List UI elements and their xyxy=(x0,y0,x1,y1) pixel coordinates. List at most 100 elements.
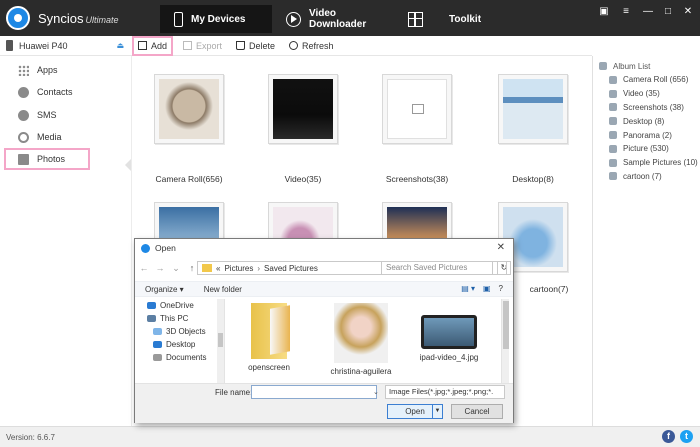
minimize-button[interactable]: — xyxy=(640,4,656,20)
new-folder-button[interactable]: New folder xyxy=(204,285,242,294)
album-list-title: Album List xyxy=(593,59,700,73)
computer-icon xyxy=(147,315,156,322)
refresh-button[interactable]: Refresh xyxy=(285,36,338,56)
album-list-item[interactable]: Camera Roll (656) xyxy=(593,73,700,87)
chevron-down-icon[interactable]: ⌄ xyxy=(373,388,379,396)
tab-video-downloader[interactable]: Video Downloader xyxy=(286,5,396,33)
tree-item-documents[interactable]: Documents xyxy=(135,351,224,364)
album-list-item[interactable]: Screenshots (38) xyxy=(593,101,700,115)
video-icon xyxy=(609,89,617,98)
album-list-item[interactable]: Panorama (2) xyxy=(593,128,700,142)
sidebar-item-photos[interactable]: Photos xyxy=(4,148,90,170)
file-list-scrollbar[interactable] xyxy=(501,299,509,383)
tree-item-onedrive[interactable]: OneDrive xyxy=(135,299,224,312)
documents-icon xyxy=(153,354,162,361)
export-icon xyxy=(183,41,193,50)
folder-icon xyxy=(202,264,212,272)
dialog-close-button[interactable]: ✕ xyxy=(497,242,505,253)
image-thumbnail xyxy=(334,303,388,363)
toolkit-icon xyxy=(408,11,423,27)
image-folder-icon xyxy=(609,158,617,167)
forward-icon[interactable]: → xyxy=(153,263,167,273)
album-list-icon xyxy=(599,62,607,70)
album-list-item[interactable]: Picture (530) xyxy=(593,142,700,156)
dialog-bottom-bar: File name: ⌄ Image Files(*.jpg;*.jpeg;*.… xyxy=(135,383,513,423)
folder-tree: OneDrive This PC 3D Objects Desktop Docu… xyxy=(135,299,225,383)
view-mode-icon[interactable]: ▤ ▾ xyxy=(461,284,475,293)
close-button[interactable]: ✕ xyxy=(680,4,696,20)
file-type-filter[interactable]: Image Files(*.jpg;*.jpeg;*.png;*. xyxy=(385,385,505,399)
tree-item-3d-objects[interactable]: 3D Objects xyxy=(135,325,224,338)
sidebar-item-contacts[interactable]: Contacts xyxy=(0,81,132,103)
sidebar-item-media[interactable]: Media xyxy=(0,126,132,148)
photos-icon xyxy=(18,153,29,165)
status-bar: Version: 6.6.7 xyxy=(0,426,700,447)
add-button[interactable]: Add xyxy=(132,35,174,56)
trash-icon xyxy=(236,41,246,50)
album-list-item[interactable]: Sample Pictures (10) xyxy=(593,156,700,170)
tree-scrollbar[interactable] xyxy=(217,299,224,383)
app-header: Syncios Ultimate My Devices Video Downloa… xyxy=(0,0,700,36)
dialog-title-bar: Open ✕ xyxy=(135,239,513,257)
sms-icon xyxy=(18,109,29,121)
export-button[interactable]: Export xyxy=(179,36,226,56)
eject-icon[interactable]: ⏏ xyxy=(116,41,124,50)
phone-icon xyxy=(174,11,183,27)
preview-pane-icon[interactable]: ▣ xyxy=(483,284,491,293)
organize-button[interactable]: Organize ▾ xyxy=(145,285,184,294)
app-title: Syncios Ultimate xyxy=(38,11,119,26)
file-name-input[interactable] xyxy=(251,385,377,399)
help-icon[interactable]: ? xyxy=(499,284,503,293)
chat-icon[interactable]: ▣ xyxy=(596,4,612,20)
search-input[interactable]: Search Saved Pictures xyxy=(381,261,507,275)
image-folder-icon xyxy=(609,103,617,112)
version-label: Version: 6.6.7 xyxy=(6,432,55,442)
toolbar: Add Export Delete Refresh xyxy=(132,35,592,56)
delete-button[interactable]: Delete xyxy=(232,36,279,56)
camera-icon xyxy=(609,75,617,84)
maximize-button[interactable]: □ xyxy=(660,4,676,20)
open-file-dialog: Open ✕ ← → ⌄ ↑ « Pictures › Saved Pictur… xyxy=(134,238,514,423)
dialog-command-bar: Organize ▾ New folder ▤ ▾ ▣ ? xyxy=(135,281,513,297)
image-folder-icon xyxy=(609,117,617,126)
tree-item-desktop[interactable]: Desktop xyxy=(135,338,224,351)
device-selector[interactable]: Huawei P40 ⏏ xyxy=(0,36,132,56)
tab-my-devices[interactable]: My Devices xyxy=(160,5,272,33)
facebook-icon[interactable]: f xyxy=(662,430,675,443)
tab-toolkit[interactable]: Toolkit xyxy=(408,5,498,33)
back-icon[interactable]: ← xyxy=(137,263,151,273)
sidebar-item-apps[interactable]: Apps xyxy=(0,59,132,81)
file-item[interactable]: christina-aguilera xyxy=(321,303,401,376)
play-icon xyxy=(286,11,301,27)
album-thumbnail xyxy=(273,79,333,139)
album-list-item[interactable]: Video (35) xyxy=(593,87,700,101)
apps-icon xyxy=(18,64,29,76)
album-thumbnail xyxy=(503,79,563,139)
file-list: openscreen christina-aguilera ipad-video… xyxy=(225,299,505,383)
file-item[interactable]: openscreen xyxy=(229,303,309,372)
add-icon xyxy=(138,41,147,50)
desktop-icon xyxy=(153,341,162,348)
cloud-icon xyxy=(147,302,156,309)
device-name: Huawei P40 xyxy=(19,40,68,51)
chevron-down-icon[interactable]: ▼ xyxy=(432,405,442,418)
album-list-item[interactable]: cartoon (7) xyxy=(593,170,700,184)
image-thumbnail xyxy=(421,315,477,349)
cancel-button[interactable]: Cancel xyxy=(451,404,503,419)
open-button[interactable]: Open ▼ xyxy=(387,404,443,419)
album-thumbnail xyxy=(159,79,219,139)
sidebar: Apps Contacts SMS Media Photos xyxy=(0,56,132,426)
refresh-icon xyxy=(289,41,299,50)
twitter-icon[interactable]: t xyxy=(680,430,693,443)
file-name-label: File name: xyxy=(215,388,253,397)
album-list-item[interactable]: Desktop (8) xyxy=(593,114,700,128)
chevron-down-icon[interactable]: ⌄ xyxy=(169,263,183,274)
menu-icon[interactable]: ≡ xyxy=(618,4,634,20)
file-item[interactable]: ipad-video_4.jpg xyxy=(409,303,489,362)
tree-item-this-pc[interactable]: This PC xyxy=(135,312,224,325)
syncios-logo-icon xyxy=(6,6,30,30)
view-buttons: ▤ ▾ ▣ ? xyxy=(461,284,503,293)
active-caret xyxy=(125,159,131,171)
album-thumbnail xyxy=(387,79,447,139)
sidebar-item-sms[interactable]: SMS xyxy=(0,104,132,126)
